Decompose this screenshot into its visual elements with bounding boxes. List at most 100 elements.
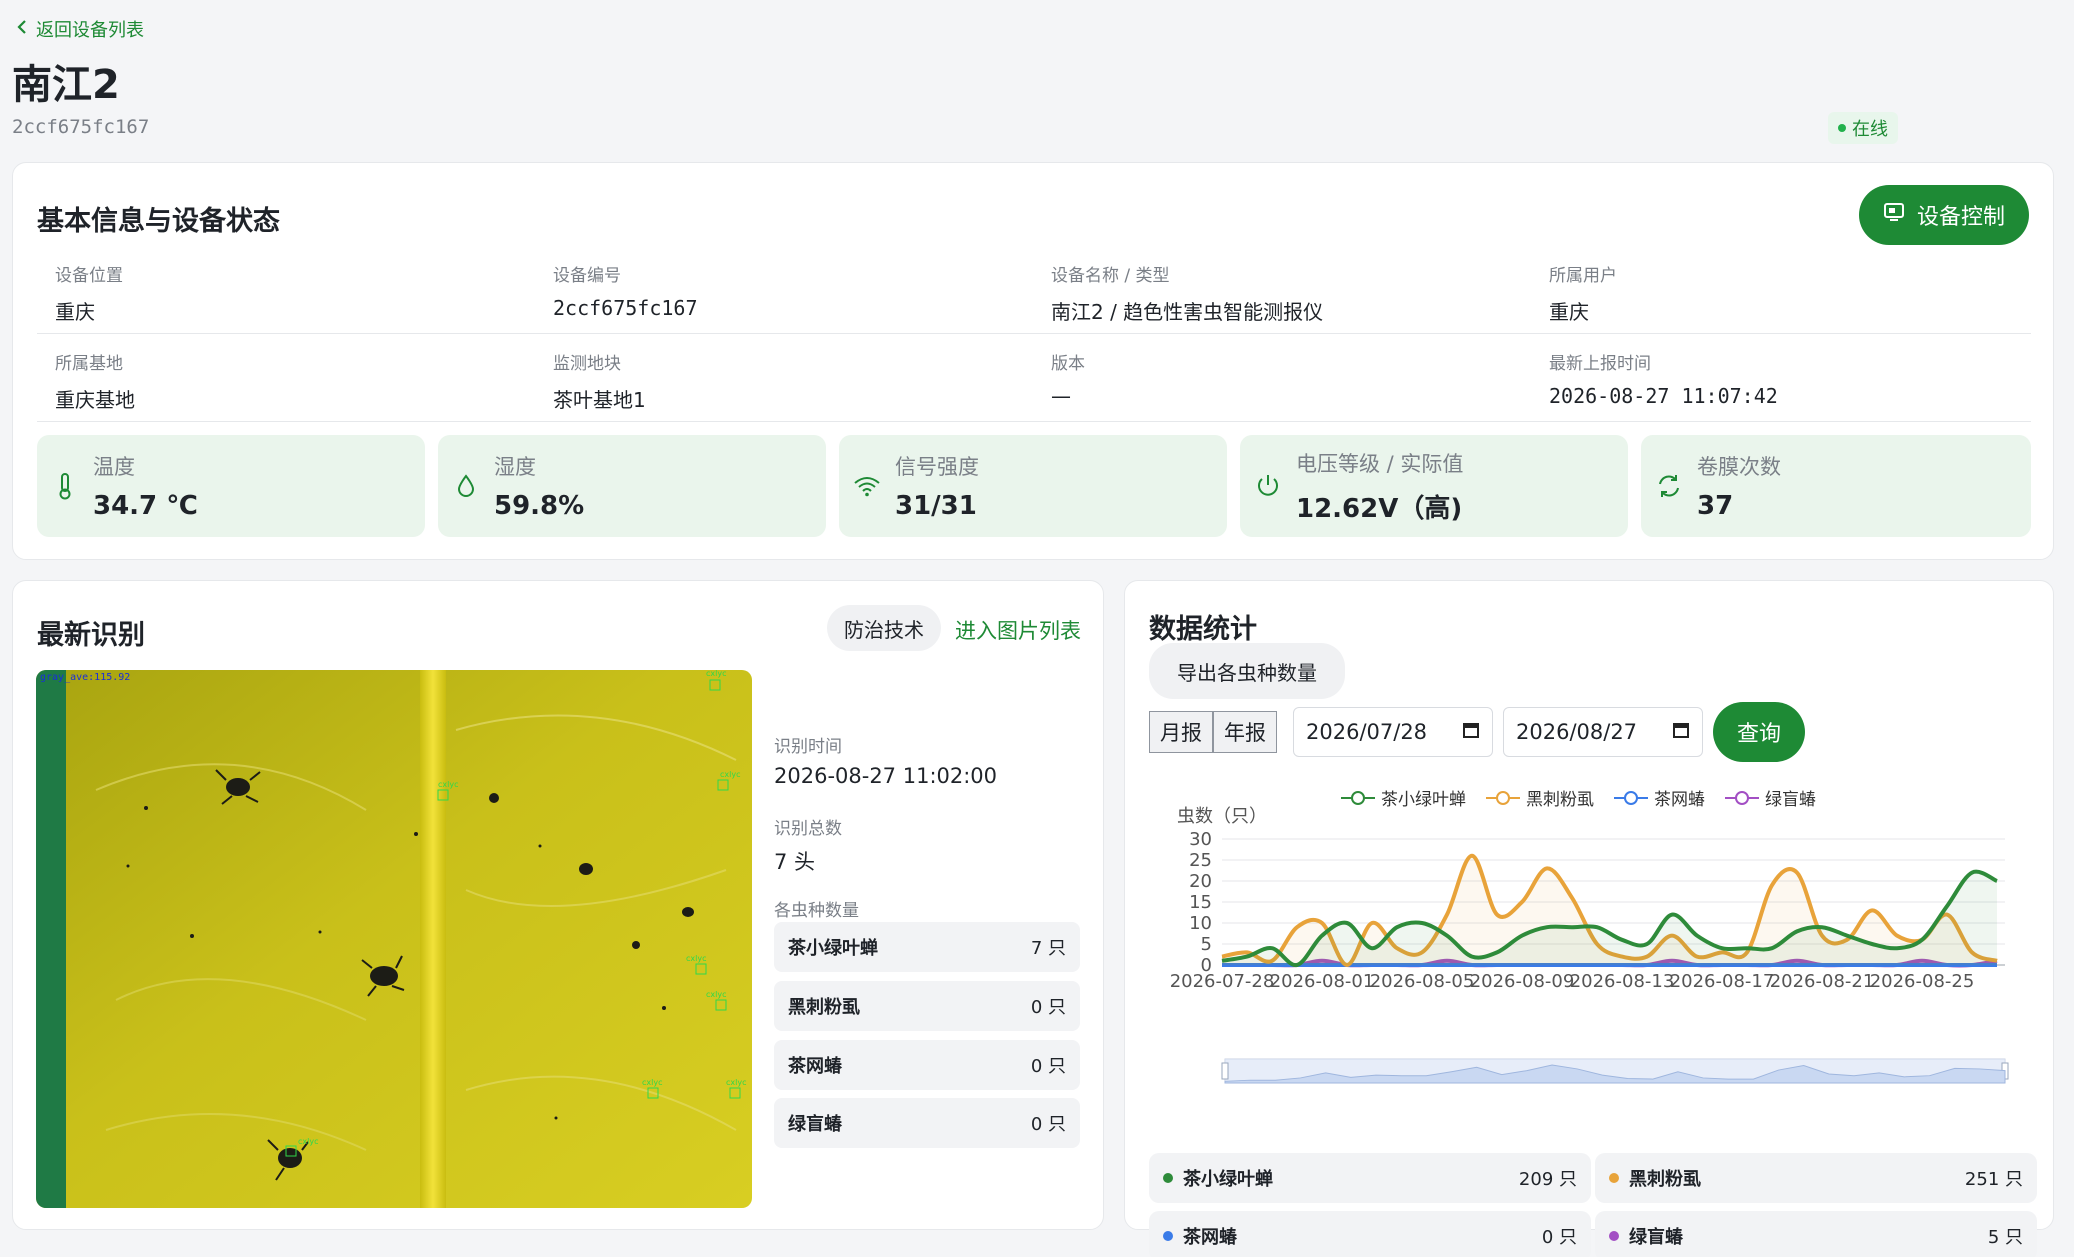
species-row: 茶网蝽 0 只	[774, 1040, 1080, 1090]
bbox-label: cxlyc	[438, 780, 459, 789]
stat-label: 信号强度	[895, 455, 979, 479]
field-last-report: 最新上报时间 2026-08-27 11:07:42	[1549, 349, 1778, 408]
y-tick-label: 5	[1201, 934, 1212, 955]
chevron-left-icon	[16, 18, 28, 41]
series-dot-icon	[1163, 1173, 1173, 1183]
field-value: 重庆	[1549, 300, 1589, 324]
period-toggle[interactable]: 月报 年报	[1149, 711, 1277, 753]
statistics-title: 数据统计	[1149, 614, 1257, 645]
export-species-button[interactable]: 导出各虫种数量	[1149, 643, 1345, 699]
species-name: 茶网蝽	[788, 1056, 842, 1077]
field-value: —	[1051, 384, 1071, 408]
species-row: 茶小绿叶蝉 7 只	[774, 922, 1080, 972]
field-label: 版本	[1051, 354, 1085, 374]
recognition-time-value: 2026-08-27 11:02:00	[774, 764, 998, 788]
stat-value: 34.7 ℃	[93, 491, 198, 521]
start-date-input[interactable]: 2026/07/28	[1293, 707, 1493, 757]
species-row: 黑刺粉虱 0 只	[774, 981, 1080, 1031]
bbox-label: cxlyc	[706, 990, 727, 999]
period-yearly-option[interactable]: 年报	[1213, 711, 1277, 753]
field-value: 2026-08-27 11:07:42	[1549, 384, 1778, 408]
species-name: 绿盲蝽	[788, 1114, 842, 1135]
summary-name: 茶小绿叶蝉	[1183, 1169, 1273, 1190]
field-label: 设备编号	[553, 266, 621, 286]
wifi-icon	[839, 475, 895, 497]
back-link[interactable]: 返回设备列表	[16, 16, 144, 42]
page-title: 南江2	[12, 62, 120, 108]
x-tick-label: 2026-08-13	[1570, 971, 1675, 992]
series-dot-icon	[1609, 1173, 1619, 1183]
field-value: 重庆基地	[55, 388, 135, 412]
stat-value: 12.62V（高)	[1296, 493, 1463, 524]
stat-humidity: 湿度 59.8%	[438, 435, 826, 537]
species-count: 0 只	[1030, 1056, 1066, 1077]
summary-row: 黑刺粉虱 251 只	[1595, 1153, 2037, 1203]
device-control-button[interactable]: 设备控制	[1859, 185, 2029, 245]
stat-voltage: 电压等级 / 实际值 12.62V（高)	[1240, 435, 1628, 537]
device-id: 2ccf675fc167	[12, 116, 150, 138]
summary-name: 黑刺粉虱	[1629, 1169, 1701, 1190]
data-statistics-card: 数据统计 导出各虫种数量 月报 年报 2026/07/28 2026/08/27…	[1124, 580, 2055, 1257]
bbox-label: cxlyc	[726, 1078, 747, 1087]
thermometer-icon	[37, 472, 93, 500]
bbox-label: cxlyc	[706, 670, 727, 678]
zoom-left-handle[interactable]	[1221, 1062, 1229, 1080]
field-label: 最新上报时间	[1549, 354, 1651, 374]
trap-photo[interactable]: gray_ave:115.92 cxlyc cxlyc cxlyc cxlyc …	[36, 670, 752, 1208]
field-name-type: 设备名称 / 类型 南江2 / 趋色性害虫智能测报仪	[1051, 261, 1323, 325]
recognition-time-label: 识别时间	[774, 737, 842, 757]
x-tick-label: 2026-08-17	[1670, 971, 1775, 992]
series-dot-icon	[1163, 1231, 1173, 1241]
x-tick-label: 2026-08-09	[1470, 971, 1575, 992]
field-label: 所属基地	[55, 354, 123, 374]
status-dot-icon	[1838, 124, 1846, 132]
end-date-value: 2026/08/27	[1516, 720, 1638, 744]
summary-name: 绿盲蝽	[1629, 1227, 1683, 1248]
image-list-link[interactable]: 进入图片列表	[955, 615, 1081, 645]
image-overlay-text: gray_ave:115.92	[40, 672, 130, 683]
bbox-label: cxlyc	[686, 954, 707, 963]
bbox-label: cxlyc	[720, 770, 741, 779]
field-value: 重庆	[55, 300, 95, 324]
stat-film-rolls: 卷膜次数 37	[1641, 435, 2031, 537]
period-monthly-option[interactable]: 月报	[1149, 711, 1213, 753]
x-tick-label: 2026-08-05	[1370, 971, 1475, 992]
field-label: 监测地块	[553, 354, 621, 374]
summary-row: 茶小绿叶蝉 209 只	[1149, 1153, 1591, 1203]
summary-count: 209 只	[1518, 1169, 1577, 1190]
summary-count: 5 只	[1987, 1227, 2023, 1248]
field-owner: 所属用户 重庆	[1549, 261, 1617, 325]
field-version: 版本 —	[1051, 349, 1085, 408]
series-dot-icon	[1609, 1231, 1619, 1241]
power-icon	[1240, 473, 1296, 499]
status-badge: 在线	[1828, 112, 1898, 144]
query-button[interactable]: 查询	[1713, 702, 1805, 762]
field-base: 所属基地 重庆基地	[55, 349, 135, 413]
basic-info-card: 基本信息与设备状态 设备控制 设备位置 重庆 设备编号 2ccf675fc167…	[12, 162, 2054, 560]
species-trend-chart[interactable]: 虫数（只） 051015202530 2026-07-282026-08-012…	[1125, 791, 2055, 1131]
recognition-total-label: 识别总数	[774, 819, 842, 839]
y-tick-label: 10	[1189, 913, 1212, 934]
recognition-title: 最新识别	[37, 620, 145, 651]
status-label: 在线	[1852, 119, 1888, 140]
summary-row: 茶网蝽 0 只	[1149, 1211, 1591, 1257]
field-label: 所属用户	[1549, 266, 1617, 286]
species-row: 绿盲蝽 0 只	[774, 1098, 1080, 1148]
y-tick-label: 15	[1189, 892, 1212, 913]
device-control-label: 设备控制	[1916, 205, 2005, 230]
monitor-icon	[1883, 201, 1905, 229]
stat-label: 温度	[93, 455, 135, 479]
end-date-input[interactable]: 2026/08/27	[1503, 707, 1703, 757]
y-axis-label: 虫数（只）	[1177, 806, 1267, 827]
field-device-number: 设备编号 2ccf675fc167	[553, 261, 698, 320]
field-label: 设备位置	[55, 266, 123, 286]
summary-name: 茶网蝽	[1183, 1227, 1237, 1248]
prevention-tech-button[interactable]: 防治技术	[827, 605, 941, 651]
divider	[37, 421, 2031, 422]
species-count-label: 各虫种数量	[774, 901, 859, 921]
field-value: 南江2 / 趋色性害虫智能测报仪	[1051, 300, 1324, 324]
stat-signal: 信号强度 31/31	[839, 435, 1227, 537]
summary-count: 0 只	[1541, 1227, 1577, 1248]
basic-info-title: 基本信息与设备状态	[37, 206, 280, 237]
stat-temperature: 温度 34.7 ℃	[37, 435, 425, 537]
